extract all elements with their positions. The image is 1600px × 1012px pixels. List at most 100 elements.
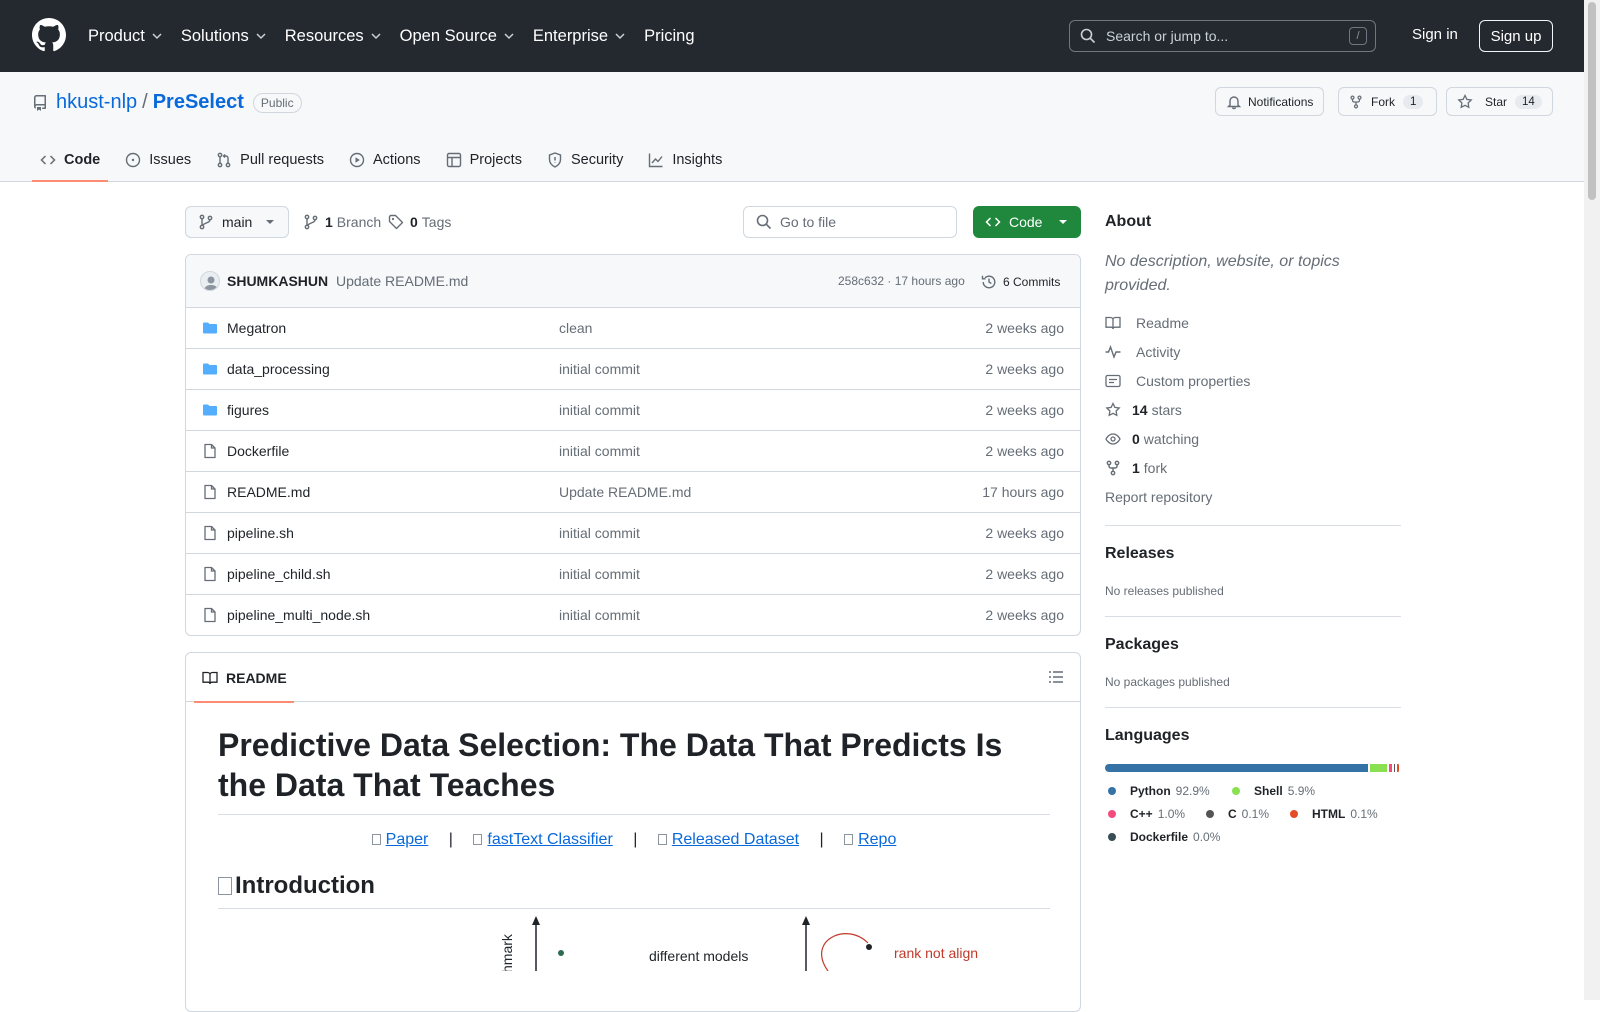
commit-hash-time[interactable]: 258c632 · 17 hours ago — [838, 274, 965, 288]
file-name-link[interactable]: figures — [227, 402, 269, 418]
sidebar-link-label: Custom properties — [1136, 373, 1251, 389]
file-commit-message-link[interactable]: Update README.md — [559, 484, 691, 500]
file-icon — [204, 607, 216, 623]
list-unordered-icon[interactable] — [1048, 669, 1064, 685]
language-item[interactable]: Dockerfile 0.0% — [1108, 830, 1220, 844]
sidebar-link-count: 14 — [1132, 402, 1148, 418]
repo-owner-link[interactable]: hkust-nlp — [56, 91, 137, 114]
branches-link[interactable]: 1 Branch — [303, 214, 381, 230]
file-name-link[interactable]: Dockerfile — [227, 443, 289, 459]
go-to-file-placeholder: Go to file — [780, 214, 837, 230]
file-commit-message-link[interactable]: initial commit — [559, 361, 640, 377]
tab-code[interactable]: Code — [32, 138, 109, 182]
tab-pull-requests[interactable]: Pull requests — [208, 138, 332, 182]
book-icon — [1105, 316, 1121, 330]
emoji-placeholder-icon — [371, 834, 381, 845]
tab-actions[interactable]: Actions — [341, 138, 429, 182]
activity-link[interactable]: Activity — [1105, 344, 1180, 360]
file-row[interactable]: Dockerfile initial commit 2 weeks ago — [186, 431, 1080, 472]
chevron-down-icon — [615, 33, 625, 40]
tab-label: Pull requests — [240, 152, 324, 168]
fork-button[interactable]: Fork 1 — [1338, 87, 1437, 116]
nav-resources[interactable]: Resources — [285, 27, 382, 46]
nav-pricing[interactable]: Pricing — [644, 27, 694, 46]
file-row[interactable]: pipeline_multi_node.sh initial commit 2 we… — [186, 595, 1080, 635]
scrollbar-thumb[interactable] — [1588, 2, 1596, 200]
repo-tabs: Code Issues Pull requests Actions Projec… — [32, 138, 739, 182]
releases-heading[interactable]: Releases — [1105, 545, 1174, 563]
tags-link[interactable]: 0 Tags — [388, 214, 451, 230]
file-row[interactable]: README.md Update README.md 17 hours ago — [186, 472, 1080, 513]
language-item[interactable]: C++ 1.0% — [1108, 807, 1185, 821]
commits-link[interactable]: 6 Commits — [981, 274, 1060, 290]
file-commit-message-link[interactable]: initial commit — [559, 402, 640, 418]
page-scrollbar[interactable] — [1584, 0, 1600, 1000]
custom-properties-link[interactable]: Custom properties — [1105, 373, 1250, 389]
language-item[interactable]: Shell 5.9% — [1232, 784, 1315, 798]
tab-insights[interactable]: Insights — [640, 138, 730, 182]
file-name-link[interactable]: Megatron — [227, 320, 286, 336]
file-name-link[interactable]: pipeline_multi_node.sh — [227, 607, 370, 623]
file-commit-message-link[interactable]: initial commit — [559, 607, 640, 623]
report-repository-link[interactable]: Report repository — [1105, 489, 1212, 505]
language-item[interactable]: HTML 0.1% — [1290, 807, 1378, 821]
tab-projects[interactable]: Projects — [438, 138, 530, 182]
packages-heading[interactable]: Packages — [1105, 636, 1179, 654]
repo-name-link[interactable]: PreSelect — [153, 91, 244, 114]
language-item[interactable]: C 0.1% — [1206, 807, 1269, 821]
github-logo-icon[interactable] — [32, 18, 66, 52]
file-commit-message-link[interactable]: initial commit — [559, 525, 640, 541]
file-row[interactable]: Megatron clean 2 weeks ago — [186, 308, 1080, 349]
stars-link[interactable]: 14 stars — [1105, 402, 1182, 418]
file-name-link[interactable]: data_processing — [227, 361, 330, 377]
file-name-link[interactable]: pipeline_child.sh — [227, 566, 331, 582]
file-row[interactable]: data_processing initial commit 2 weeks ago — [186, 349, 1080, 390]
tab-security[interactable]: Security — [539, 138, 631, 182]
fasttext-classifier-link[interactable]: fastText Classifier — [487, 831, 612, 848]
file-row[interactable]: pipeline_child.sh initial commit 2 weeks a… — [186, 554, 1080, 595]
file-name-link[interactable]: pipeline.sh — [227, 525, 294, 541]
sidebar-divider — [1105, 707, 1401, 708]
tab-issues[interactable]: Issues — [117, 138, 199, 182]
nav-solutions[interactable]: Solutions — [181, 27, 267, 46]
repo-link[interactable]: Repo — [858, 831, 896, 848]
file-list: SHUMKASHUN Update README.md 258c632 · 17… — [185, 254, 1081, 636]
language-name: C — [1228, 807, 1237, 821]
go-to-file-input[interactable]: Go to file — [743, 206, 957, 238]
avatar[interactable] — [200, 271, 220, 291]
file-row[interactable]: figures initial commit 2 weeks ago — [186, 390, 1080, 431]
paper-link[interactable]: Paper — [386, 831, 429, 848]
readme-panel: README Predictive Data Selection: The Da… — [185, 652, 1081, 1012]
forks-link[interactable]: 1 fork — [1105, 460, 1167, 476]
code-dropdown-button[interactable]: Code — [973, 206, 1081, 238]
readme-tab[interactable]: README — [194, 653, 294, 703]
commit-author-link[interactable]: SHUMKASHUN — [227, 273, 328, 289]
file-commit-message-link[interactable]: clean — [559, 320, 592, 336]
readme-link[interactable]: Readme — [1105, 315, 1189, 331]
file-commit-message-link[interactable]: initial commit — [559, 443, 640, 459]
watching-link[interactable]: 0 watching — [1105, 431, 1199, 447]
sign-in-link[interactable]: Sign in — [1412, 26, 1458, 43]
branch-select-button[interactable]: main — [185, 206, 289, 238]
commit-message-link[interactable]: Update README.md — [336, 273, 468, 289]
nav-enterprise[interactable]: Enterprise — [533, 27, 626, 46]
star-button[interactable]: Star 14 — [1446, 87, 1553, 116]
figure-point — [866, 944, 872, 950]
sign-up-button[interactable]: Sign up — [1479, 20, 1553, 52]
tag-label: Tags — [421, 214, 452, 230]
global-header: Product Solutions Resources Open Source Ente… — [0, 0, 1584, 72]
released-dataset-link[interactable]: Released Dataset — [672, 831, 799, 848]
nav-label: Enterprise — [532, 26, 609, 45]
code-icon — [985, 217, 1001, 227]
nav-open-source[interactable]: Open Source — [400, 27, 515, 46]
file-commit-message-link[interactable]: initial commit — [559, 566, 640, 582]
global-search[interactable]: Search or jump to... / — [1069, 20, 1376, 52]
language-percent: 1.0% — [1157, 807, 1186, 821]
language-item[interactable]: Python 92.9% — [1108, 784, 1210, 798]
nav-product[interactable]: Product — [88, 27, 163, 46]
figure-arrow — [532, 916, 540, 925]
file-name-link[interactable]: README.md — [227, 484, 310, 500]
notifications-button[interactable]: Notifications — [1215, 87, 1325, 116]
nav-label: Pricing — [644, 26, 695, 45]
file-row[interactable]: pipeline.sh initial commit 2 weeks ago — [186, 513, 1080, 554]
